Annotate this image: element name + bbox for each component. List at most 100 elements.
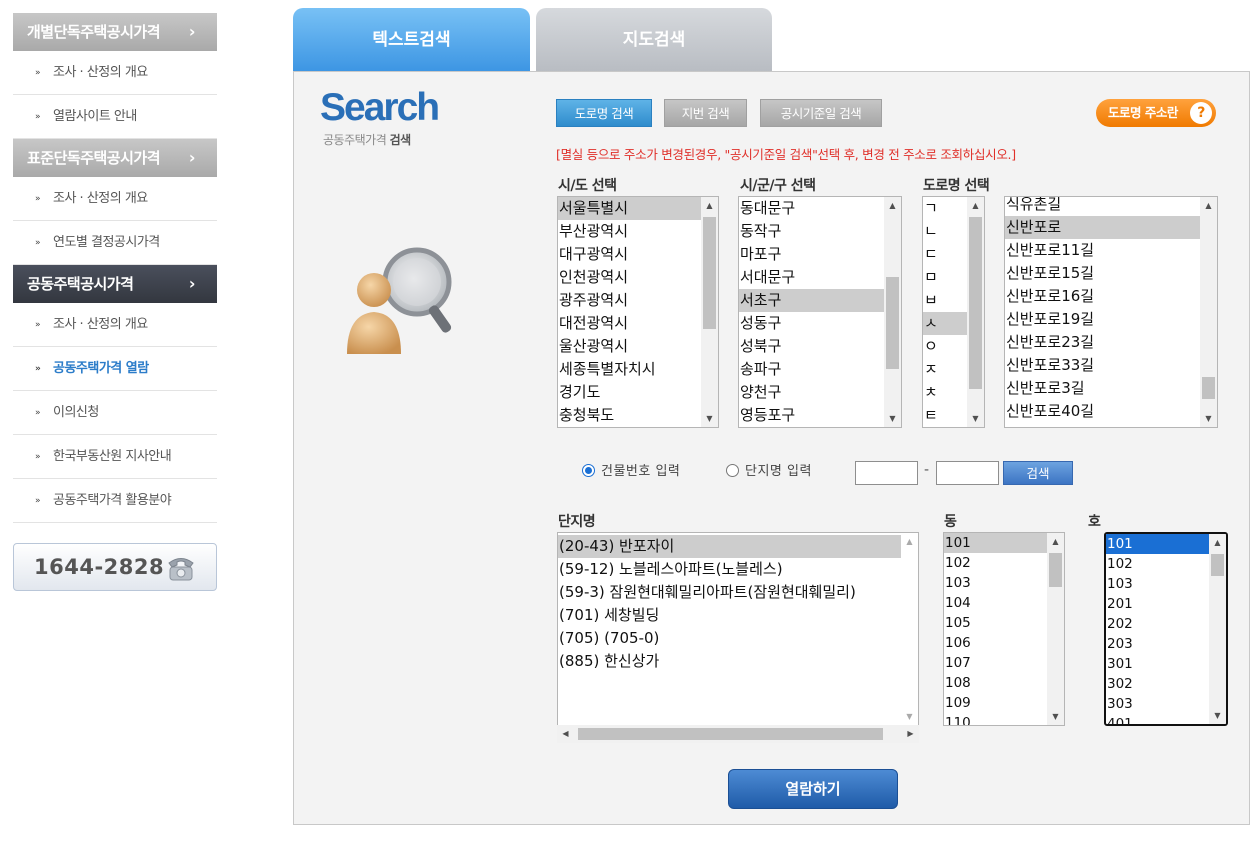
list-item[interactable]: 서대문구 bbox=[739, 266, 901, 289]
scrollbar[interactable]: ▲ ▼ bbox=[967, 197, 984, 427]
scrollbar[interactable]: ▲ ▼ bbox=[1047, 533, 1064, 725]
scrollbar[interactable]: ▲ ▼ bbox=[1200, 197, 1217, 427]
scroll-right-icon[interactable]: ▶ bbox=[902, 725, 919, 743]
road-name-search-button[interactable]: 도로명 검색 bbox=[556, 99, 652, 127]
list-item[interactable]: 양천구 bbox=[739, 381, 901, 404]
list-item[interactable]: 108 bbox=[944, 673, 1064, 693]
list-item[interactable]: 101 bbox=[1106, 534, 1209, 554]
list-item[interactable]: 202 bbox=[1106, 614, 1226, 634]
list-item[interactable]: 101 bbox=[944, 533, 1047, 553]
scroll-up-icon[interactable]: ▲ bbox=[701, 197, 718, 214]
list-item[interactable]: 신반포로15길 bbox=[1005, 262, 1217, 285]
list-item[interactable]: 인천광역시 bbox=[558, 266, 718, 289]
scroll-up-icon[interactable]: ▲ bbox=[901, 533, 918, 550]
list-item[interactable]: 동작구 bbox=[739, 220, 901, 243]
list-item[interactable]: 경기도 bbox=[558, 381, 718, 404]
sidebar-item-apartment-viewing[interactable]: » 공동주택가격 열람 bbox=[13, 347, 217, 391]
list-item[interactable]: 106 bbox=[944, 633, 1064, 653]
list-item[interactable]: (59-3) 잠원현대훼밀리아파트(잠원현대훼밀리) bbox=[558, 581, 918, 604]
scroll-down-icon[interactable]: ▼ bbox=[901, 708, 918, 725]
building-number-option[interactable]: 건물번호 입력 bbox=[582, 460, 680, 479]
list-item[interactable]: 102 bbox=[944, 553, 1064, 573]
scroll-thumb[interactable] bbox=[1049, 553, 1062, 587]
scroll-down-icon[interactable]: ▼ bbox=[701, 410, 718, 427]
list-item[interactable]: 성북구 bbox=[739, 335, 901, 358]
list-item[interactable]: 신반포로23길 bbox=[1005, 331, 1217, 354]
scrollbar[interactable]: ▲ ▼ bbox=[901, 533, 918, 725]
sidebar-item-viewing-site[interactable]: » 열람사이트 안내 bbox=[13, 95, 217, 139]
scrollbar[interactable]: ▲ ▼ bbox=[1209, 534, 1226, 724]
list-item[interactable]: (701) 세창빌딩 bbox=[558, 604, 918, 627]
list-item[interactable]: 303 bbox=[1106, 694, 1226, 714]
scroll-thumb[interactable] bbox=[886, 277, 899, 369]
list-item[interactable]: (885) 한신상가 bbox=[558, 650, 918, 673]
list-item[interactable]: 102 bbox=[1106, 554, 1226, 574]
scrollbar[interactable]: ▲ ▼ bbox=[884, 197, 901, 427]
complex-listbox[interactable]: (20-43) 반포자이 (59-12) 노블레스아파트(노블레스) (59-3… bbox=[557, 532, 919, 725]
radio-unchecked-icon[interactable] bbox=[726, 464, 739, 477]
scroll-left-icon[interactable]: ◀ bbox=[557, 725, 574, 743]
scroll-down-icon[interactable]: ▼ bbox=[1209, 707, 1226, 724]
initial-listbox[interactable]: ㄱ ㄴ ㄷ ㅁ ㅂ ㅅ ㅇ ㅈ ㅊ ㅌ ▲ ▼ bbox=[922, 196, 985, 428]
list-item[interactable]: 301 bbox=[1106, 654, 1226, 674]
list-item[interactable]: (20-43) 반포자이 bbox=[558, 535, 901, 558]
scroll-thumb[interactable] bbox=[1202, 377, 1215, 399]
road-address-info-button[interactable]: 도로명 주소란 ? bbox=[1096, 99, 1216, 127]
list-item[interactable]: 송파구 bbox=[739, 358, 901, 381]
sidebar-item-yearly-price[interactable]: » 연도별 결정공시가격 bbox=[13, 221, 217, 265]
list-item[interactable]: 식유촌길 bbox=[1005, 197, 1217, 216]
list-item[interactable]: 동대문구 bbox=[739, 197, 901, 220]
scroll-up-icon[interactable]: ▲ bbox=[967, 197, 984, 214]
list-item[interactable]: 신반포로19길 bbox=[1005, 308, 1217, 331]
scroll-thumb[interactable] bbox=[1211, 554, 1224, 576]
list-item[interactable]: (705) (705-0) bbox=[558, 627, 918, 650]
list-item[interactable]: 401 bbox=[1106, 714, 1226, 724]
list-item[interactable]: 신반포로 bbox=[1005, 216, 1217, 239]
scroll-thumb[interactable] bbox=[703, 217, 716, 329]
sido-listbox[interactable]: 서울특별시 부산광역시 대구광역시 인천광역시 광주광역시 대전광역시 울산광역… bbox=[557, 196, 719, 428]
list-item[interactable]: 세종특별자치시 bbox=[558, 358, 718, 381]
tab-map-search[interactable]: 지도검색 bbox=[536, 8, 772, 72]
list-item[interactable]: 110 bbox=[944, 713, 1064, 725]
scroll-up-icon[interactable]: ▲ bbox=[1209, 534, 1226, 551]
complex-name-option[interactable]: 단지명 입력 bbox=[726, 460, 812, 479]
list-item[interactable]: 신반포로3길 bbox=[1005, 377, 1217, 400]
list-item[interactable]: 103 bbox=[944, 573, 1064, 593]
list-item[interactable]: 104 bbox=[944, 593, 1064, 613]
scroll-thumb[interactable] bbox=[969, 217, 982, 389]
list-item[interactable]: 영등포구 bbox=[739, 404, 901, 427]
road-listbox[interactable]: 식유촌길 신반포로 신반포로11길 신반포로15길 신반포로16길 신반포로19… bbox=[1004, 196, 1218, 428]
tab-text-search[interactable]: 텍스트검색 bbox=[293, 8, 530, 72]
list-item[interactable]: 마포구 bbox=[739, 243, 901, 266]
scroll-down-icon[interactable]: ▼ bbox=[1047, 708, 1064, 725]
scroll-down-icon[interactable]: ▼ bbox=[1200, 410, 1217, 427]
sidebar-head-standard[interactable]: 표준단독주택공시가격 › bbox=[13, 139, 217, 177]
scrollbar[interactable]: ▲ ▼ bbox=[701, 197, 718, 427]
scroll-up-icon[interactable]: ▲ bbox=[1200, 197, 1217, 214]
scroll-up-icon[interactable]: ▲ bbox=[1047, 533, 1064, 550]
scroll-thumb[interactable] bbox=[578, 728, 883, 740]
list-item[interactable]: (59-12) 노블레스아파트(노블레스) bbox=[558, 558, 918, 581]
sidebar-head-individual[interactable]: 개별단독주택공시가격 › bbox=[13, 13, 217, 51]
list-item[interactable]: 서울특별시 bbox=[558, 197, 718, 220]
sidebar-item-survey-overview[interactable]: » 조사 · 산정의 개요 bbox=[13, 177, 217, 221]
dong-listbox[interactable]: 101 102 103 104 105 106 107 108 109 110 … bbox=[943, 532, 1065, 726]
scroll-up-icon[interactable]: ▲ bbox=[884, 197, 901, 214]
list-item[interactable]: 105 bbox=[944, 613, 1064, 633]
list-item[interactable]: 신반포로11길 bbox=[1005, 239, 1217, 262]
list-item[interactable]: 203 bbox=[1106, 634, 1226, 654]
list-item[interactable]: 201 bbox=[1106, 594, 1226, 614]
list-item[interactable]: 성동구 bbox=[739, 312, 901, 335]
sidebar-item-branch-info[interactable]: » 한국부동산원 지사안내 bbox=[13, 435, 217, 479]
main-number-input[interactable] bbox=[855, 461, 918, 485]
list-item[interactable]: 대구광역시 bbox=[558, 243, 718, 266]
view-button[interactable]: 열람하기 bbox=[728, 769, 898, 809]
sub-number-input[interactable] bbox=[936, 461, 999, 485]
list-item[interactable]: 광주광역시 bbox=[558, 289, 718, 312]
sidebar-item-usage[interactable]: » 공동주택가격 활용분야 bbox=[13, 479, 217, 523]
base-date-search-button[interactable]: 공시기준일 검색 bbox=[760, 99, 882, 127]
list-item[interactable]: 충청북도 bbox=[558, 404, 718, 427]
sidebar-item-survey-overview[interactable]: » 조사 · 산정의 개요 bbox=[13, 303, 217, 347]
search-button[interactable]: 검색 bbox=[1003, 461, 1073, 485]
sigungu-listbox[interactable]: 동대문구 동작구 마포구 서대문구 서초구 성동구 성북구 송파구 양천구 영등… bbox=[738, 196, 902, 428]
